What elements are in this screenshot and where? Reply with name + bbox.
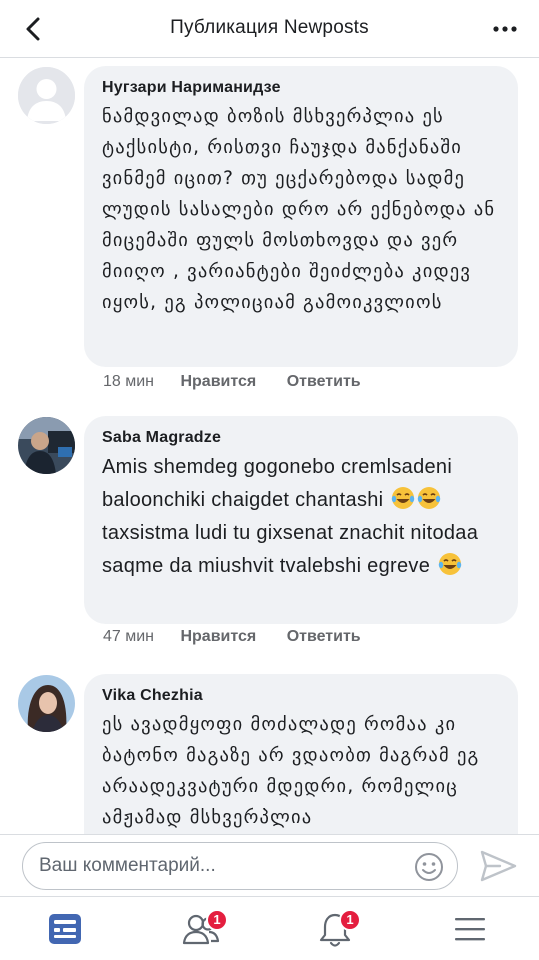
comment-time: 47 мин [103, 628, 155, 645]
comment-text-part: taxsistma ludi tu gixsenat znachit nitod… [102, 522, 479, 577]
laughing-tears-emoji [392, 487, 415, 509]
comment-bubble: Saba Magradze Amis shemdeg gogonebo crem… [84, 416, 518, 624]
avatar[interactable] [18, 417, 75, 474]
comment-input-box[interactable] [22, 842, 458, 890]
laughing-tears-emoji [438, 553, 462, 575]
comment-composer [0, 834, 539, 896]
emoji-picker-icon[interactable] [413, 851, 445, 883]
comment-author[interactable]: Нугзари Нариманидзе [102, 78, 500, 98]
tab-news-feed[interactable] [17, 897, 117, 960]
tab-notifications[interactable]: 1 [287, 897, 387, 960]
comment-author[interactable]: Saba Magradze [102, 428, 500, 448]
comment-text: Amis shemdeg gogonebo cremlsadeni baloon… [102, 451, 500, 583]
comment-text: ეს ავადმყოფი მოძალადე რომაა კი ბატონო მა… [102, 714, 480, 828]
like-button[interactable]: Нравится [180, 628, 256, 646]
comment-time: 18 мин [103, 373, 155, 390]
news-feed-icon [49, 914, 81, 944]
bottom-tab-bar: 1 1 [0, 896, 539, 960]
page-title: Публикация Newposts [170, 17, 369, 38]
send-icon[interactable] [478, 849, 518, 883]
tab-friends[interactable]: 1 [152, 897, 252, 960]
comment-author[interactable]: Vika Chezhia [102, 686, 500, 706]
comments-list: Нугзари Нариманидзе ნამდვილად ბოზის მსხვ… [0, 59, 539, 834]
laughing-tears-emoji [418, 487, 441, 509]
comment-bubble: Нугзари Нариманидзе ნამდვილად ბოზის მსხვ… [84, 66, 518, 367]
user-photo-avatar [18, 675, 75, 732]
menu-icon [455, 918, 485, 941]
comment-bubble: Vika Chezhia ეს ავადმყოფი მოძალადე რომაა… [84, 674, 518, 834]
reply-button[interactable]: Ответить [287, 373, 361, 391]
tab-menu[interactable] [422, 897, 522, 960]
default-avatar-icon [18, 67, 75, 124]
user-photo-avatar [18, 417, 75, 474]
like-button[interactable]: Нравится [180, 373, 256, 391]
comment-actions: 18 мин Нравится Ответить [103, 373, 387, 391]
reply-button[interactable]: Ответить [287, 628, 361, 646]
avatar[interactable] [18, 67, 75, 124]
more-icon[interactable] [491, 18, 519, 40]
friends-badge: 1 [206, 909, 228, 931]
comment-input[interactable] [39, 843, 419, 889]
comment-text: ნამდვილად ბოზის მსხვერპლია ეს ტაქსისტი, … [102, 106, 496, 313]
avatar[interactable] [18, 675, 75, 732]
notifications-badge: 1 [339, 909, 361, 931]
comment-actions: 47 мин Нравится Ответить [103, 628, 387, 646]
top-bar: Публикация Newposts [0, 0, 539, 58]
